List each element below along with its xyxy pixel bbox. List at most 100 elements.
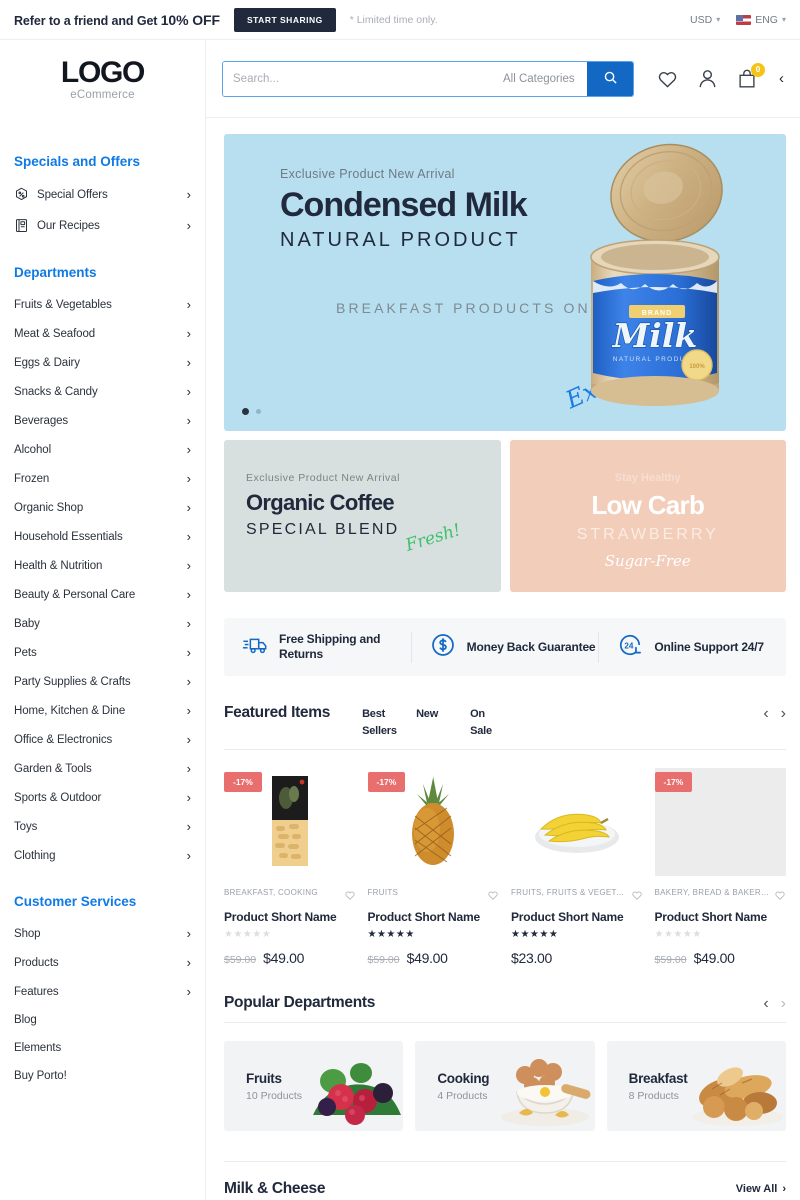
hero-carousel-dots[interactable] bbox=[242, 408, 261, 415]
sidebar-item-special-offers[interactable]: Special Offers › bbox=[14, 179, 191, 210]
carousel-next-button[interactable]: › bbox=[781, 996, 786, 1012]
department-card[interactable]: Cooking 4 Products bbox=[415, 1041, 595, 1131]
department-card[interactable]: Fruits 10 Products bbox=[224, 1041, 404, 1131]
product-price: $23.00 bbox=[511, 950, 553, 966]
sidebar-item-garden-tools[interactable]: Garden & Tools › bbox=[14, 754, 191, 783]
chevron-right-icon: › bbox=[186, 218, 191, 233]
carousel-prev-button[interactable]: ‹ bbox=[763, 706, 768, 722]
language-selector[interactable]: ENG ▾ bbox=[736, 14, 786, 26]
sidebar-item-sports-outdoor[interactable]: Sports & Outdoor › bbox=[14, 783, 191, 812]
carousel-next-button[interactable]: › bbox=[781, 706, 786, 722]
page-root: Refer to a friend and Get 10% OFF START … bbox=[0, 0, 800, 1200]
product-old-price: $59.00 bbox=[654, 954, 687, 966]
promo-subtitle: STRAWBERRY bbox=[576, 526, 719, 543]
product-image bbox=[511, 768, 643, 876]
sidebar-item-products[interactable]: Products › bbox=[14, 948, 191, 977]
wishlist-icon[interactable] bbox=[487, 888, 499, 906]
search-input[interactable] bbox=[223, 61, 503, 96]
sidebar-item-pets[interactable]: Pets › bbox=[14, 638, 191, 667]
department-card[interactable]: Breakfast 8 Products bbox=[606, 1041, 786, 1131]
carousel-prev-button[interactable]: ‹ bbox=[763, 996, 768, 1012]
product-card[interactable]: -17% BAKERY, BREAD & BAKERY, B... Product … bbox=[654, 768, 787, 966]
product-categories: BREAKFAST, COOKING bbox=[224, 888, 318, 897]
sidebar-item-clothing[interactable]: Clothing › bbox=[14, 841, 191, 870]
wishlist-button[interactable] bbox=[656, 67, 679, 90]
sidebar-item-home-kitchen-dine[interactable]: Home, Kitchen & Dine › bbox=[14, 696, 191, 725]
carousel-dot-active[interactable] bbox=[242, 408, 249, 415]
service-online-support[interactable]: 24 Online Support 24/7 bbox=[598, 631, 786, 663]
sidebar-item-features[interactable]: Features › bbox=[14, 977, 191, 1006]
promo-banner-low-carb[interactable]: Stay Healthy Low Carb STRAWBERRY Sugar-F… bbox=[509, 440, 786, 592]
department-text: Fruits 10 Products bbox=[224, 1071, 302, 1102]
cart-button[interactable]: 0 bbox=[736, 62, 765, 90]
sidebar-item-frozen[interactable]: Frozen › bbox=[14, 464, 191, 493]
content-inner: Exclusive Product New Arrival Condensed … bbox=[206, 118, 800, 1198]
start-sharing-button[interactable]: START SHARING bbox=[233, 7, 336, 32]
product-price-row: $23.00 bbox=[511, 950, 643, 966]
sidebar-item-label: Beverages bbox=[14, 414, 69, 427]
chevron-right-icon: › bbox=[186, 384, 191, 399]
dollar-circle-icon bbox=[430, 632, 456, 663]
service-free-shipping[interactable]: Free Shipping and Returns bbox=[224, 632, 411, 662]
sidebar-item-household-essentials[interactable]: Household Essentials › bbox=[14, 522, 191, 551]
product-category-row: FRUITS, FRUITS & VEGETABLES bbox=[511, 888, 643, 906]
carousel-dot[interactable] bbox=[256, 409, 261, 414]
sidebar-collapse-button[interactable]: ‹ bbox=[779, 70, 784, 87]
sidebar-item-our-recipes[interactable]: Our Recipes › bbox=[14, 210, 191, 241]
wishlist-icon[interactable] bbox=[631, 888, 643, 906]
sidebar-item-label: Shop bbox=[14, 927, 41, 940]
svg-text:Milk: Milk bbox=[612, 316, 697, 355]
sidebar-item-beverages[interactable]: Beverages › bbox=[14, 406, 191, 435]
featured-tabs: Best Sellers New On Sale bbox=[362, 704, 502, 739]
sidebar-item-shop[interactable]: Shop › bbox=[14, 919, 191, 948]
sidebar-item-label: Alcohol bbox=[14, 443, 52, 456]
sidebar-item-snacks-candy[interactable]: Snacks & Candy › bbox=[14, 377, 191, 406]
sidebar-item-label: Health & Nutrition bbox=[14, 559, 103, 572]
sidebar-item-toys[interactable]: Toys › bbox=[14, 812, 191, 841]
sidebar-item-buy-porto[interactable]: Buy Porto! bbox=[14, 1062, 191, 1090]
product-categories: FRUITS, FRUITS & VEGETABLES bbox=[511, 888, 627, 897]
sidebar-item-blog[interactable]: Blog bbox=[14, 1006, 191, 1034]
sidebar-item-elements[interactable]: Elements bbox=[14, 1034, 191, 1062]
account-button[interactable] bbox=[696, 67, 719, 90]
department-image bbox=[307, 1041, 403, 1131]
view-all-label: View All bbox=[735, 1183, 778, 1195]
product-name: Product Short Name bbox=[654, 910, 768, 924]
product-name: Product Short Name bbox=[511, 910, 624, 924]
hero-banner[interactable]: Exclusive Product New Arrival Condensed … bbox=[224, 134, 786, 431]
view-all-link[interactable]: View All › bbox=[736, 1183, 786, 1195]
promo-eyebrow: Exclusive Product New Arrival bbox=[246, 472, 400, 484]
sidebar-item-label: Special Offers bbox=[37, 188, 108, 201]
wishlist-icon[interactable] bbox=[344, 888, 356, 906]
product-categories: FRUITS bbox=[367, 888, 399, 897]
currency-selector[interactable]: USD ▾ bbox=[690, 14, 720, 26]
sidebar-item-party-supplies-crafts[interactable]: Party Supplies & Crafts › bbox=[14, 667, 191, 696]
product-card[interactable]: -17% BREAKFAST, COOKING Product Short Name… bbox=[224, 768, 356, 966]
sidebar-item-fruits-vegetables[interactable]: Fruits & Vegetables › bbox=[14, 290, 191, 319]
brand-logo[interactable]: LOGO eCommerce bbox=[14, 40, 191, 118]
sidebar-item-baby[interactable]: Baby › bbox=[14, 609, 191, 638]
header-icon-group: 0 ‹ bbox=[656, 62, 784, 90]
referral-percent: 10% OFF bbox=[160, 11, 220, 28]
sidebar-item-health-nutrition[interactable]: Health & Nutrition › bbox=[14, 551, 191, 580]
product-name: Product Short Name bbox=[224, 910, 337, 924]
sidebar-item-organic-shop[interactable]: Organic Shop › bbox=[14, 493, 191, 522]
product-rating: ★★★★★ bbox=[655, 924, 787, 942]
tab-new[interactable]: New bbox=[416, 706, 448, 739]
wishlist-icon[interactable] bbox=[774, 888, 786, 906]
tab-best-sellers[interactable]: Best Sellers bbox=[362, 706, 397, 739]
product-name: Product Short Name bbox=[367, 910, 481, 924]
sidebar-item-meat-seafood[interactable]: Meat & Seafood › bbox=[14, 319, 191, 348]
sidebar-item-office-electronics[interactable]: Office & Electronics › bbox=[14, 725, 191, 754]
sidebar-item-eggs-dairy[interactable]: Eggs & Dairy › bbox=[14, 348, 191, 377]
sidebar-item-beauty-personal-care[interactable]: Beauty & Personal Care › bbox=[14, 580, 191, 609]
tab-on-sale[interactable]: On Sale bbox=[470, 706, 502, 739]
product-card[interactable]: -17% FRUITS Product Short Name ★★★★★ $59.00 $… bbox=[367, 768, 500, 966]
product-card[interactable]: FRUITS, FRUITS & VEGETABLES Product Short… bbox=[511, 768, 643, 966]
promo-banner-organic-coffee[interactable]: Exclusive Product New Arrival Organic Co… bbox=[224, 440, 501, 592]
sidebar-item-label: Features bbox=[14, 985, 59, 998]
search-button[interactable] bbox=[587, 61, 633, 96]
sidebar-item-alcohol[interactable]: Alcohol › bbox=[14, 435, 191, 464]
category-select[interactable]: All Categories bbox=[503, 61, 587, 96]
service-money-back[interactable]: Money Back Guarantee bbox=[410, 631, 599, 663]
